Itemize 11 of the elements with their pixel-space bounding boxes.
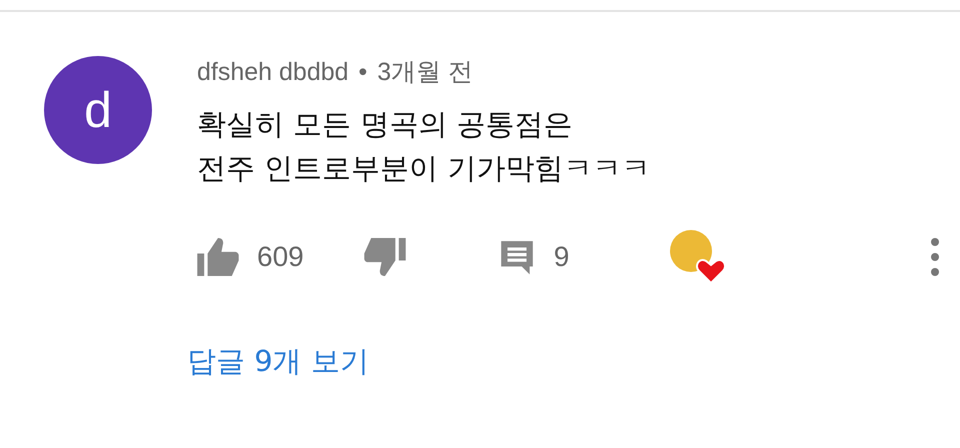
like-count: 609	[257, 241, 304, 273]
comment-text: 확실히 모든 명곡의 공통점은 전주 인트로부분이 기가막힘ㅋㅋㅋ	[197, 106, 652, 187]
view-replies-link[interactable]: 답글 9개 보기	[187, 342, 369, 382]
more-icon[interactable]	[930, 237, 940, 277]
comment-time: 3개월 전	[377, 57, 474, 88]
thumbs-down-icon[interactable]	[364, 238, 406, 276]
author-name[interactable]: dfsheh dbdbd	[197, 54, 349, 90]
separator: •	[358, 57, 368, 88]
avatar[interactable]: d	[44, 56, 152, 164]
reply-count: 9	[554, 241, 570, 273]
thumbs-up-icon[interactable]	[197, 238, 239, 276]
